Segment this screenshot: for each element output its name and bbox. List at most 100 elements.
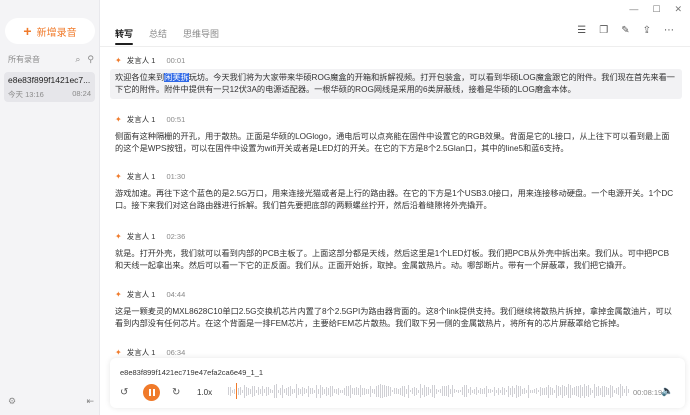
waveform-bar xyxy=(352,388,353,394)
waveform-bar xyxy=(568,384,569,398)
speaker-name[interactable]: 发言人 1 xyxy=(127,347,156,358)
sidebar: + 新增录音 所有录音 ⌕ ⚲ e8e83f899f1421ec7... 今天 … xyxy=(0,0,100,415)
waveform-bar xyxy=(498,387,499,395)
search-icon[interactable]: ⌕ xyxy=(75,55,80,64)
waveform-bar xyxy=(434,384,435,398)
waveform-bar xyxy=(428,387,429,395)
tab-summary[interactable]: 总结 xyxy=(149,27,167,40)
speaker-name[interactable]: 发言人 1 xyxy=(127,114,156,125)
waveform-bar xyxy=(300,388,301,394)
waveform-bar xyxy=(420,384,421,398)
forward-15-icon[interactable]: ↻ xyxy=(172,387,180,398)
speaker-name[interactable]: 发言人 1 xyxy=(127,289,156,300)
segment-text[interactable]: 这是一颗麦灵的MXL8628C10单口2.5G交换机芯片内置了8个2.5GPI为… xyxy=(110,303,682,333)
waveform-bar xyxy=(574,387,575,395)
waveform-bar xyxy=(388,386,389,396)
segment-time[interactable]: 06:34 xyxy=(166,348,185,357)
playback-speed[interactable]: 1.0x xyxy=(197,388,212,397)
transcript-segment[interactable]: ✦ 发言人 1 06:34 xyxy=(110,346,682,358)
edit-icon[interactable]: ✎ xyxy=(621,26,629,36)
waveform-bar xyxy=(578,385,579,397)
copy-icon[interactable]: ❐ xyxy=(599,26,608,36)
waveform-bar xyxy=(320,384,321,398)
transcript-segment[interactable]: ✦ 发言人 1 04:44 这是一颗麦灵的MXL8628C10单口2.5G交换机… xyxy=(110,288,682,333)
waveform-bar xyxy=(414,386,415,396)
new-recording-button[interactable]: + 新增录音 xyxy=(5,18,95,44)
waveform-bar xyxy=(364,387,365,395)
waveform-bar xyxy=(442,386,443,396)
segment-time[interactable]: 00:51 xyxy=(166,115,185,124)
close-icon[interactable]: ✕ xyxy=(674,4,682,15)
transcript-segment[interactable]: ✦ 发言人 1 01:30 游戏加速。再往下这个蓝色的是2.5G万口，用来连接光… xyxy=(110,170,682,215)
waveform-bar xyxy=(562,384,563,398)
segment-text[interactable]: 游戏加速。再往下这个蓝色的是2.5G万口，用来连接光猫或者是上行的路由器。在它的… xyxy=(110,185,682,215)
waveform-bar xyxy=(592,389,593,393)
waveform-bar xyxy=(596,386,597,396)
speaker-icon: ✦ xyxy=(115,55,122,65)
transcript-segment[interactable]: ✦ 发言人 1 00:01 欢迎各位来到闲芙拆玩坊。今天我们将为大家带来华硕RO… xyxy=(110,54,682,99)
segment-text[interactable]: 侧面有这种隔栅的开孔，用于散热。正面是华硕的LOGlogo，通电后可以点亮能在固… xyxy=(110,128,682,158)
waveform-bar xyxy=(546,387,547,395)
settings-icon[interactable]: ⚙ xyxy=(8,396,16,407)
recording-name: e8e83f899f1421ec7... xyxy=(8,75,91,85)
all-recordings-label: 所有录音 xyxy=(8,55,40,64)
waveform-bar xyxy=(556,384,557,398)
segment-time[interactable]: 04:44 xyxy=(166,290,185,299)
minimize-icon[interactable]: — xyxy=(629,4,638,15)
segment-text[interactable]: 欢迎各位来到闲芙拆玩坊。今天我们将为大家带来华硕ROG魔盒的开箱和拆解视频。打开… xyxy=(110,69,682,99)
pause-button[interactable] xyxy=(143,383,160,401)
maximize-icon[interactable]: ☐ xyxy=(652,4,660,15)
waveform-bar xyxy=(330,385,331,397)
waveform-bar xyxy=(560,387,561,395)
transcript-segment[interactable]: ✦ 发言人 1 02:36 就是。打开外壳，我们就可以看到内部的PCB主板了。上… xyxy=(110,230,682,275)
speaker-name[interactable]: 发言人 1 xyxy=(127,171,156,182)
speaker-icon: ✦ xyxy=(115,231,122,241)
waveform-bar xyxy=(450,388,451,394)
more-icon[interactable]: ⋯ xyxy=(664,26,674,36)
tab-mindmap[interactable]: 思维导图 xyxy=(183,27,219,40)
waveform-bar xyxy=(494,386,495,396)
collapse-sidebar-icon[interactable]: ⇤ xyxy=(86,396,94,407)
waveform-bar xyxy=(376,385,377,397)
waveform-bar xyxy=(440,389,441,393)
waveform-bar xyxy=(478,389,479,393)
selected-text[interactable]: 闲芙拆 xyxy=(164,73,189,82)
waveform-bar xyxy=(564,386,565,396)
transcript-segment[interactable]: ✦ 发言人 1 00:51 侧面有这种隔栅的开孔，用于散热。正面是华硕的LOGl… xyxy=(110,113,682,158)
rewind-15-icon[interactable]: ↺ xyxy=(120,387,128,398)
waveform-bar xyxy=(272,389,273,393)
tab-transcript[interactable]: 转写 xyxy=(115,27,134,45)
waveform-bar xyxy=(456,390,457,392)
speaker-icon: ✦ xyxy=(115,289,122,299)
segment-time[interactable]: 00:01 xyxy=(166,56,185,65)
segment-text[interactable]: 就是。打开外壳，我们就可以看到内部的PCB主板了。上面这部分都是天线，然后这里是… xyxy=(110,245,682,275)
segment-time[interactable]: 02:36 xyxy=(166,232,185,241)
recording-list-item[interactable]: e8e83f899f1421ec7... 今天 13:16 08:24 xyxy=(4,72,95,102)
waveform-bar xyxy=(284,389,285,393)
filter-icon[interactable]: ⚲ xyxy=(87,55,94,64)
waveform-bar xyxy=(230,386,231,396)
speaker-name[interactable]: 发言人 1 xyxy=(127,55,156,66)
export-icon[interactable]: ⇪ xyxy=(643,26,651,36)
waveform-bar xyxy=(502,387,503,395)
segment-text-post: 玩坊。今天我们将为大家带来华硕ROG魔盒的开箱和拆解视频。打开包装盒，可以看到华… xyxy=(115,73,675,94)
waveform-bar xyxy=(572,387,573,395)
waveform-bar xyxy=(354,387,355,395)
waveform-bar xyxy=(314,389,315,393)
waveform-bar xyxy=(488,389,489,393)
segment-time[interactable]: 01:30 xyxy=(166,172,185,181)
pause-icon xyxy=(148,388,151,396)
waveform-scrubber[interactable] xyxy=(228,383,629,399)
waveform-bar xyxy=(550,387,551,395)
waveform-bar xyxy=(390,386,391,396)
filter-lines-icon[interactable]: ☰ xyxy=(577,26,586,36)
volume-icon[interactable]: 🔈 xyxy=(661,386,673,397)
waveform-bar xyxy=(552,387,553,395)
waveform-bar xyxy=(324,388,325,394)
waveform-bar xyxy=(500,389,501,393)
waveform-bar xyxy=(308,385,309,397)
playhead[interactable] xyxy=(236,383,237,399)
waveform-bar xyxy=(408,384,409,398)
speaker-name[interactable]: 发言人 1 xyxy=(127,231,156,242)
waveform-bar xyxy=(586,386,587,396)
